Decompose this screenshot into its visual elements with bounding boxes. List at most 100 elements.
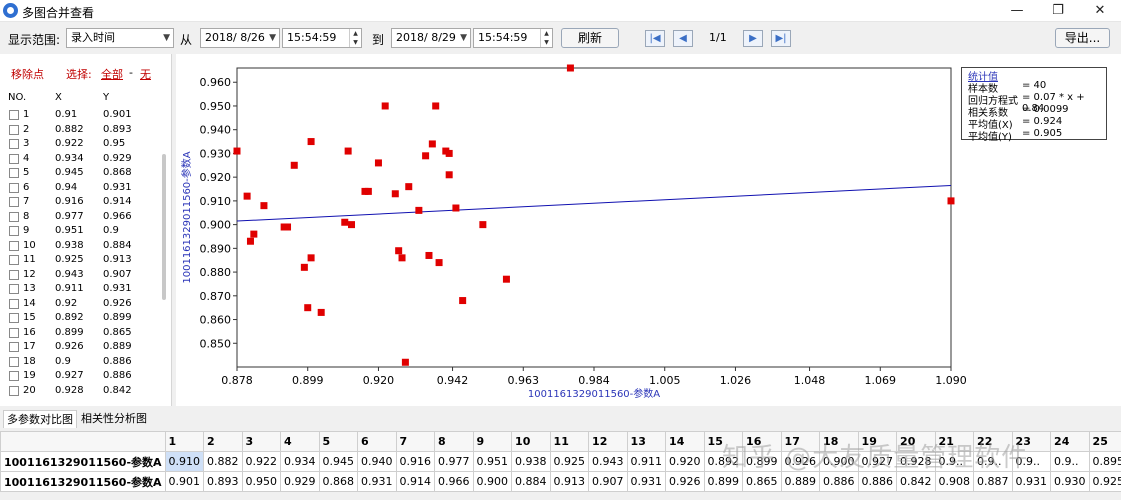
list-item[interactable]: 2 0.882 0.893: [0, 123, 165, 137]
spinner-icon[interactable]: ▲ ▼: [349, 29, 361, 47]
spinner-icon[interactable]: ▲ ▼: [540, 29, 552, 47]
list-item[interactable]: 3 0.922 0.95: [0, 137, 165, 151]
list-item[interactable]: 12 0.943 0.907: [0, 268, 165, 282]
table-cell[interactable]: 0.926: [665, 471, 705, 492]
table-cell[interactable]: 0.943: [588, 451, 628, 472]
row-checkbox[interactable]: [9, 371, 19, 381]
table-cell[interactable]: 0.950: [241, 471, 282, 492]
list-item[interactable]: 14 0.92 0.926: [0, 297, 165, 311]
table-cell[interactable]: 0.842: [896, 471, 936, 492]
table-cell[interactable]: 0.925: [549, 451, 590, 472]
row-checkbox[interactable]: [9, 313, 19, 323]
table-cell[interactable]: 0.977: [434, 451, 474, 472]
list-item[interactable]: 8 0.977 0.966: [0, 210, 165, 224]
row-checkbox[interactable]: [9, 124, 19, 135]
list-item[interactable]: 10 0.938 0.884: [0, 239, 165, 253]
row-checkbox[interactable]: [9, 153, 19, 164]
select-all-link[interactable]: 全部: [101, 66, 123, 82]
table-cell[interactable]: 0.931: [1011, 471, 1052, 492]
to-date-picker[interactable]: 2018/ 8/29 ▼: [391, 28, 471, 48]
range-select[interactable]: 录入时间 ▼: [66, 28, 174, 48]
row-checkbox[interactable]: [9, 168, 19, 178]
table-cell[interactable]: 0.895: [1088, 451, 1121, 472]
table-cell[interactable]: 0.929: [280, 471, 320, 492]
table-cell[interactable]: 0.940: [357, 451, 397, 472]
list-item[interactable]: 1 0.91 0.901: [0, 108, 165, 122]
list-item[interactable]: 15 0.892 0.899: [0, 311, 165, 325]
close-button[interactable]: ✕: [1080, 0, 1120, 22]
table-cell[interactable]: 0.945: [318, 451, 359, 472]
to-time-input[interactable]: 15:54:59 ▲ ▼: [473, 28, 553, 48]
from-time-input[interactable]: 15:54:59 ▲ ▼: [282, 28, 362, 48]
tab-correlation[interactable]: 相关性分析图: [78, 410, 150, 428]
row-checkbox[interactable]: [9, 342, 19, 352]
row-checkbox[interactable]: [9, 110, 19, 120]
table-cell[interactable]: 0.925: [1088, 471, 1121, 492]
table-cell[interactable]: 0.9..: [1050, 451, 1090, 472]
next-page-icon[interactable]: ▶: [743, 30, 763, 47]
table-cell[interactable]: 0.868: [318, 471, 359, 492]
table-cell[interactable]: 0.901: [164, 471, 205, 492]
table-cell[interactable]: 0.913: [549, 471, 590, 492]
table-cell[interactable]: 0.900: [472, 471, 513, 492]
refresh-button[interactable]: 刷新: [561, 28, 619, 48]
row-checkbox[interactable]: [9, 327, 19, 338]
row-checkbox[interactable]: [9, 298, 19, 309]
table-cell[interactable]: 0.920: [665, 451, 705, 472]
tab-multi-param[interactable]: 多参数对比图: [3, 410, 77, 428]
row-checkbox[interactable]: [9, 197, 19, 207]
table-cell[interactable]: 0.908: [934, 471, 975, 492]
table-cell[interactable]: 0.911: [626, 451, 667, 472]
list-item[interactable]: 13 0.911 0.931: [0, 282, 165, 296]
table-cell[interactable]: 0.934: [280, 451, 320, 472]
table-cell[interactable]: 0.899: [703, 471, 744, 492]
list-item[interactable]: 4 0.934 0.929: [0, 152, 165, 166]
scrollbar[interactable]: [162, 154, 166, 300]
maximize-button[interactable]: ❐: [1038, 0, 1078, 22]
export-button[interactable]: 导出...: [1055, 28, 1110, 48]
table-cell[interactable]: 0.882: [203, 451, 243, 472]
table-cell[interactable]: 0.907: [588, 471, 628, 492]
table-cell[interactable]: 0.922: [241, 451, 282, 472]
table-cell[interactable]: 0.938: [511, 451, 551, 472]
row-checkbox[interactable]: [9, 226, 19, 236]
table-cell[interactable]: 0.916: [395, 451, 436, 472]
table-cell[interactable]: 0.951: [472, 451, 513, 472]
table-cell[interactable]: 0.914: [395, 471, 436, 492]
row-checkbox[interactable]: [9, 356, 19, 367]
list-item[interactable]: 11 0.925 0.913: [0, 253, 165, 267]
table-cell[interactable]: 0.889: [780, 471, 821, 492]
table-cell[interactable]: 0.884: [511, 471, 551, 492]
table-cell[interactable]: 0.910: [164, 451, 205, 472]
list-item[interactable]: 7 0.916 0.914: [0, 195, 165, 209]
row-checkbox[interactable]: [9, 255, 19, 265]
table-cell[interactable]: 0.886: [819, 471, 859, 492]
list-item[interactable]: 20 0.928 0.842: [0, 384, 165, 398]
row-checkbox[interactable]: [9, 385, 19, 396]
row-checkbox[interactable]: [9, 211, 19, 222]
list-item[interactable]: 5 0.945 0.868: [0, 166, 165, 180]
list-item[interactable]: 16 0.899 0.865: [0, 326, 165, 340]
select-none-link[interactable]: 无: [140, 66, 151, 82]
last-page-icon[interactable]: ▶|: [771, 30, 791, 47]
table-cell[interactable]: 0.930: [1050, 471, 1090, 492]
remove-point-link[interactable]: 移除点: [11, 66, 44, 82]
table-cell[interactable]: 0.886: [857, 471, 898, 492]
list-item[interactable]: 9 0.951 0.9: [0, 224, 165, 238]
table-cell[interactable]: 0.966: [434, 471, 474, 492]
list-item[interactable]: 6 0.94 0.931: [0, 181, 165, 195]
row-checkbox[interactable]: [9, 284, 19, 294]
table-cell[interactable]: 0.887: [973, 471, 1013, 492]
list-item[interactable]: 19 0.927 0.886: [0, 369, 165, 383]
table-cell[interactable]: 0.931: [626, 471, 667, 492]
prev-page-icon[interactable]: ◀: [673, 30, 693, 47]
list-item[interactable]: 18 0.9 0.886: [0, 355, 165, 369]
row-checkbox[interactable]: [9, 240, 19, 251]
minimize-button[interactable]: —: [997, 0, 1037, 22]
list-item[interactable]: 17 0.926 0.889: [0, 340, 165, 354]
table-cell[interactable]: 0.893: [203, 471, 243, 492]
row-checkbox[interactable]: [9, 269, 19, 280]
first-page-icon[interactable]: |◀: [645, 30, 665, 47]
from-date-picker[interactable]: 2018/ 8/26 ▼: [200, 28, 280, 48]
table-cell[interactable]: 0.865: [742, 471, 782, 492]
